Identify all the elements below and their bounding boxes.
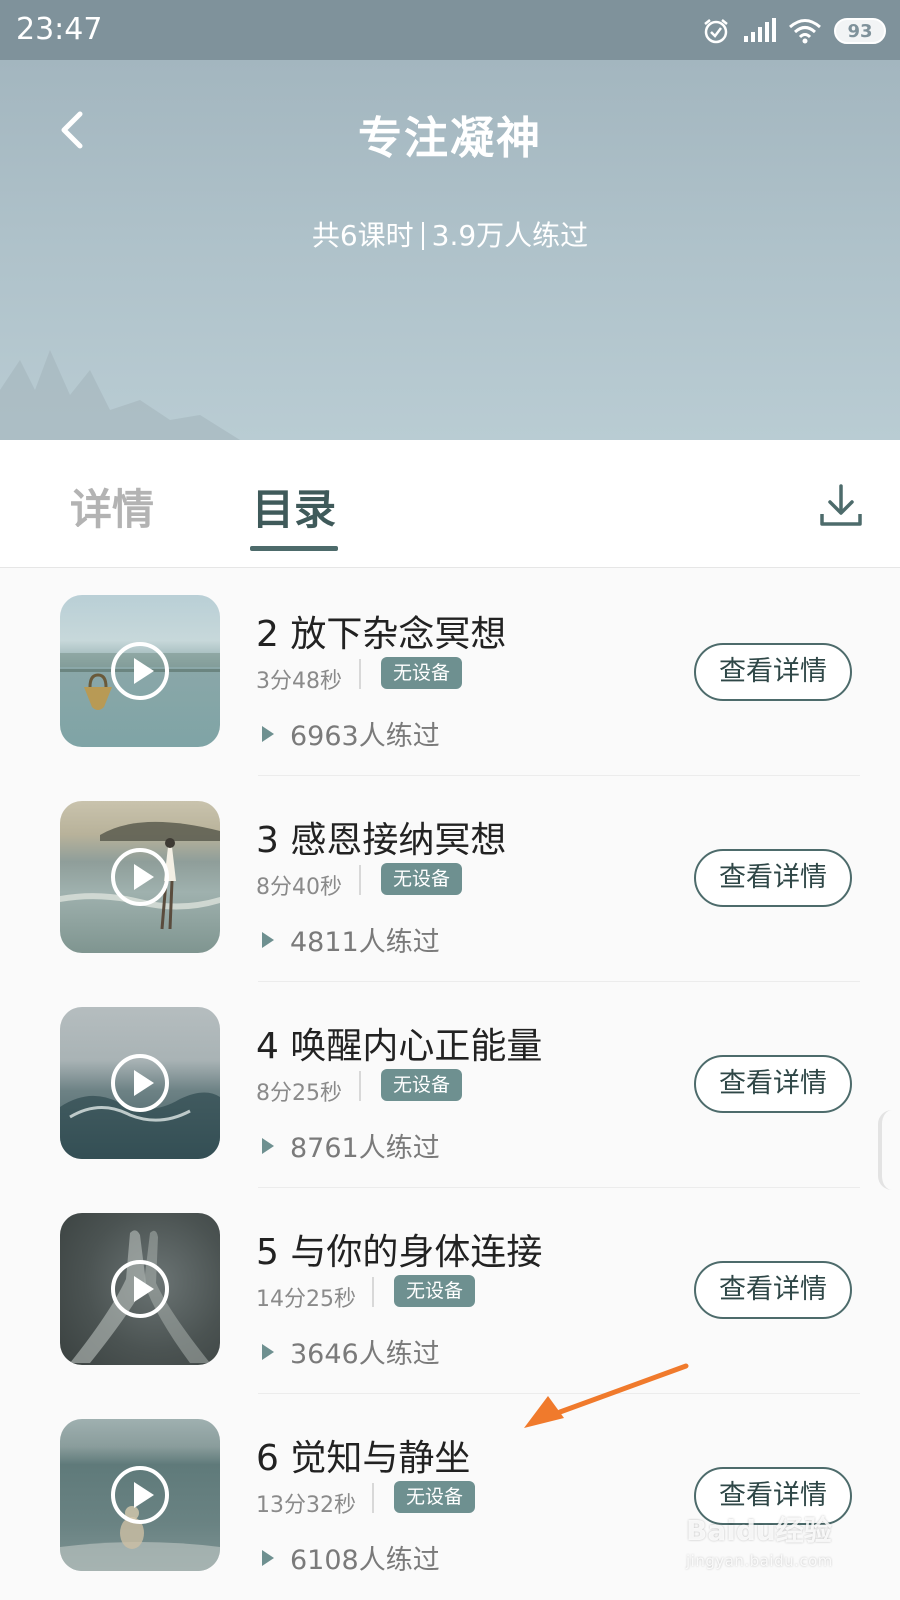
play-icon[interactable] [110, 1465, 170, 1525]
lesson-list: 2 放下杂念冥想 3分48秒 无设备 6963人练过 查看详情 3 感恩接纳冥想… [0, 569, 900, 1599]
equipment-badge: 无设备 [394, 1275, 476, 1307]
play-icon[interactable] [110, 847, 170, 907]
lesson-duration: 8分40秒 [256, 875, 342, 900]
alarm-icon [704, 19, 728, 44]
course-header: 23:47 93 专注凝神 共6课时 3.9万人练过 [0, 0, 900, 440]
play-icon[interactable] [110, 1053, 170, 1113]
lesson-duration: 3分48秒 [256, 669, 342, 694]
tab-details[interactable]: 详情 [70, 476, 154, 537]
meta-divider [359, 865, 361, 895]
lesson-thumbnail[interactable] [60, 1213, 220, 1365]
practice-count-text: 6108人练过 [290, 1545, 440, 1576]
lesson-item[interactable]: 5 与你的身体连接 14分25秒 无设备 3646人练过 查看详情 [0, 1187, 900, 1393]
lesson-thumbnail[interactable] [60, 595, 220, 747]
lesson-title: 3 感恩接纳冥想 [256, 820, 507, 861]
practice-count-text: 4811人练过 [290, 927, 440, 958]
play-count-icon [262, 1343, 274, 1360]
lesson-duration: 8分25秒 [256, 1081, 342, 1106]
tab-catalog[interactable]: 目录 [252, 476, 336, 537]
lesson-duration: 13分32秒 [256, 1493, 356, 1518]
watermark-brand: Baidu经验 [686, 1514, 832, 1547]
watermark-url: jingyan.baidu.com [686, 1552, 833, 1570]
play-icon[interactable] [110, 641, 170, 701]
lesson-item[interactable]: 4 唤醒内心正能量 8分25秒 无设备 8761人练过 查看详情 [0, 981, 900, 1187]
practice-count: 6108人练过 [262, 1538, 440, 1577]
tab-active-indicator [250, 546, 338, 551]
play-count-icon [262, 931, 274, 948]
battery-level: 93 [847, 20, 873, 42]
battery-icon: 93 [834, 18, 886, 44]
meta-divider [372, 1277, 374, 1307]
practice-count: 8761人练过 [262, 1126, 440, 1165]
equipment-badge: 无设备 [381, 863, 463, 895]
total-practiced: 3.9万人练过 [431, 219, 589, 252]
status-bar: 23:47 93 [0, 0, 900, 60]
view-details-button[interactable]: 查看详情 [694, 1261, 852, 1319]
play-count-icon [262, 725, 274, 742]
lesson-item[interactable]: 3 感恩接纳冥想 8分40秒 无设备 4811人练过 查看详情 [0, 775, 900, 981]
lesson-count: 共6课时 [311, 219, 414, 252]
meta-divider [359, 1071, 361, 1101]
lesson-title: 4 唤醒内心正能量 [256, 1026, 543, 1067]
forest-silhouette [0, 350, 240, 440]
equipment-badge: 无设备 [381, 1069, 463, 1101]
practice-count: 4811人练过 [262, 920, 440, 959]
page-title: 专注凝神 [358, 113, 542, 164]
download-icon[interactable] [818, 482, 864, 528]
lesson-thumbnail[interactable] [60, 801, 220, 953]
stats-divider [421, 222, 424, 250]
equipment-badge: 无设备 [381, 657, 463, 689]
lesson-item[interactable]: 2 放下杂念冥想 3分48秒 无设备 6963人练过 查看详情 [0, 569, 900, 775]
lesson-title: 5 与你的身体连接 [256, 1232, 543, 1273]
view-details-button[interactable]: 查看详情 [694, 643, 852, 701]
practice-count-text: 6963人练过 [290, 721, 440, 752]
status-time: 23:47 [16, 12, 103, 47]
play-count-icon [262, 1549, 274, 1566]
equipment-badge: 无设备 [394, 1481, 476, 1513]
view-details-button[interactable]: 查看详情 [694, 1055, 852, 1113]
play-count-icon [262, 1137, 274, 1154]
lesson-duration: 14分25秒 [256, 1287, 356, 1312]
play-icon[interactable] [110, 1259, 170, 1319]
lesson-thumbnail[interactable] [60, 1419, 220, 1571]
lesson-title: 6 觉知与静坐 [256, 1438, 471, 1479]
view-details-button[interactable]: 查看详情 [694, 849, 852, 907]
tab-bar: 详情 目录 [0, 440, 900, 568]
practice-count-text: 3646人练过 [290, 1339, 440, 1370]
signal-icon [744, 18, 776, 42]
meta-divider [359, 659, 361, 689]
lesson-title: 2 放下杂念冥想 [256, 614, 507, 655]
lesson-thumbnail[interactable] [60, 1007, 220, 1159]
scroll-edge-handle [878, 1110, 892, 1190]
practice-count-text: 8761人练过 [290, 1133, 440, 1164]
course-stats: 共6课时 3.9万人练过 [0, 214, 900, 254]
annotation-arrow-icon [524, 1363, 689, 1428]
practice-count: 3646人练过 [262, 1332, 440, 1371]
wifi-icon [789, 19, 821, 44]
meta-divider [372, 1483, 374, 1513]
watermark: Baidu经验 jingyan.baidu.com [686, 1516, 856, 1576]
practice-count: 6963人练过 [262, 714, 440, 753]
